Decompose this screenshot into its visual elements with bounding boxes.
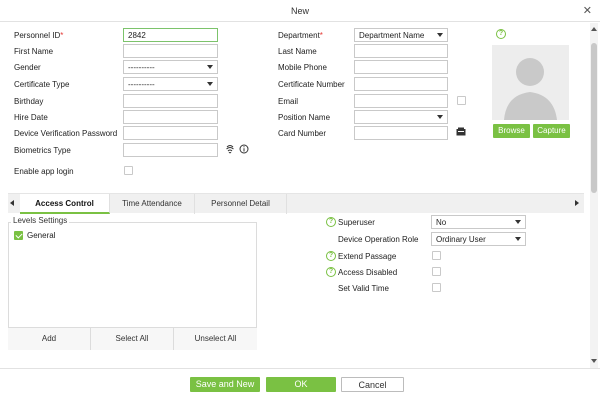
ok-button[interactable]: OK bbox=[266, 377, 336, 392]
superuser-select[interactable]: No bbox=[431, 215, 526, 229]
superuser-label: Superuser bbox=[338, 218, 375, 227]
gender-select[interactable]: ---------- bbox=[123, 60, 218, 74]
device-password-label: Device Verification Password bbox=[14, 129, 118, 138]
access-disabled-help-icon[interactable]: ? bbox=[326, 267, 336, 277]
last-name-input[interactable] bbox=[354, 44, 448, 58]
capture-button[interactable]: Capture bbox=[533, 124, 570, 138]
gender-select-value: ---------- bbox=[128, 63, 155, 72]
tab-scroll-right-icon[interactable] bbox=[575, 200, 579, 206]
department-label: Department* bbox=[278, 31, 323, 40]
chevron-down-icon bbox=[515, 237, 521, 241]
scrollbar[interactable] bbox=[590, 23, 598, 368]
birthday-label: Birthday bbox=[14, 97, 44, 106]
tab-personnel-detail[interactable]: Personnel Detail bbox=[195, 194, 287, 214]
enable-app-login-label: Enable app login bbox=[14, 167, 74, 176]
biometrics-type-label: Biometrics Type bbox=[14, 146, 71, 155]
extend-passage-label: Extend Passage bbox=[338, 252, 397, 261]
dialog-title-bar: New ✕ bbox=[0, 0, 600, 22]
dialog-title: New bbox=[290, 6, 309, 16]
chevron-down-icon bbox=[207, 65, 213, 69]
scroll-up-icon[interactable] bbox=[591, 27, 597, 31]
access-disabled-checkbox[interactable] bbox=[432, 267, 441, 276]
extend-passage-checkbox[interactable] bbox=[432, 251, 441, 260]
card-number-input[interactable] bbox=[354, 126, 448, 140]
position-name-select[interactable] bbox=[354, 110, 448, 124]
tab-scroll-left-icon[interactable] bbox=[10, 200, 14, 206]
device-role-select-value: Ordinary User bbox=[436, 235, 486, 244]
fingerprint-icon[interactable] bbox=[225, 144, 235, 154]
tab-bar: Access Control Time Attendance Personnel… bbox=[8, 193, 584, 214]
scrollbar-thumb[interactable] bbox=[591, 43, 597, 193]
extend-passage-help-icon[interactable]: ? bbox=[326, 251, 336, 261]
level-general-checkbox[interactable] bbox=[14, 231, 23, 240]
certificate-type-select[interactable]: ---------- bbox=[123, 77, 218, 91]
certificate-type-label: Certificate Type bbox=[14, 80, 70, 89]
personnel-id-input[interactable]: 2842 bbox=[123, 28, 218, 42]
browse-button[interactable]: Browse bbox=[493, 124, 530, 138]
certificate-number-label: Certificate Number bbox=[278, 80, 345, 89]
tab-access-control[interactable]: Access Control bbox=[20, 194, 110, 214]
tab-time-attendance[interactable]: Time Attendance bbox=[110, 194, 195, 214]
mobile-phone-label: Mobile Phone bbox=[278, 63, 327, 72]
photo-placeholder bbox=[492, 45, 569, 120]
dialog-footer: Save and New OK Cancel bbox=[0, 368, 600, 400]
device-password-input[interactable] bbox=[123, 126, 218, 140]
card-number-label: Card Number bbox=[278, 129, 327, 138]
chevron-down-icon bbox=[207, 82, 213, 86]
chevron-down-icon bbox=[437, 115, 443, 119]
device-role-label: Device Operation Role bbox=[338, 235, 419, 244]
save-and-new-button[interactable]: Save and New bbox=[190, 377, 260, 392]
email-label: Email bbox=[278, 97, 299, 106]
position-name-label: Position Name bbox=[278, 113, 331, 122]
access-disabled-label: Access Disabled bbox=[338, 268, 398, 277]
hire-date-label: Hire Date bbox=[14, 113, 48, 122]
levels-footer: Add Select All Unselect All bbox=[8, 327, 257, 350]
set-valid-time-label: Set Valid Time bbox=[338, 284, 389, 293]
cancel-button[interactable]: Cancel bbox=[341, 377, 404, 392]
chevron-down-icon bbox=[515, 220, 521, 224]
superuser-help-icon[interactable]: ? bbox=[326, 217, 336, 227]
user-silhouette-icon bbox=[504, 58, 557, 120]
department-select-value: Department Name bbox=[359, 31, 425, 40]
hire-date-input[interactable] bbox=[123, 110, 218, 124]
enable-app-login-checkbox[interactable] bbox=[124, 166, 133, 175]
biometrics-type-input[interactable] bbox=[123, 143, 218, 157]
mobile-phone-input[interactable] bbox=[354, 60, 448, 74]
gender-label: Gender bbox=[14, 63, 41, 72]
unselect-all-button[interactable]: Unselect All bbox=[174, 328, 257, 350]
first-name-label: First Name bbox=[14, 47, 54, 56]
set-valid-time-checkbox[interactable] bbox=[432, 283, 441, 292]
levels-settings-title: Levels Settings bbox=[11, 216, 70, 225]
close-icon[interactable]: ✕ bbox=[583, 4, 592, 17]
certificate-number-input[interactable] bbox=[354, 77, 448, 91]
add-level-button[interactable]: Add bbox=[8, 328, 91, 350]
personnel-id-label: Personnel ID* bbox=[14, 31, 64, 40]
birthday-input[interactable] bbox=[123, 94, 218, 108]
info-icon[interactable] bbox=[239, 144, 249, 154]
department-select[interactable]: Department Name bbox=[354, 28, 448, 42]
superuser-select-value: No bbox=[436, 218, 447, 227]
certificate-type-select-value: ---------- bbox=[128, 80, 155, 89]
email-checkbox[interactable] bbox=[457, 96, 466, 105]
select-all-button[interactable]: Select All bbox=[91, 328, 174, 350]
email-input[interactable] bbox=[354, 94, 448, 108]
chevron-down-icon bbox=[437, 33, 443, 37]
card-reader-icon[interactable] bbox=[456, 127, 466, 136]
photo-help-icon[interactable]: ? bbox=[496, 29, 506, 39]
last-name-label: Last Name bbox=[278, 47, 317, 56]
device-role-select[interactable]: Ordinary User bbox=[431, 232, 526, 246]
first-name-input[interactable] bbox=[123, 44, 218, 58]
scroll-down-icon[interactable] bbox=[591, 359, 597, 363]
level-general-label: General bbox=[27, 231, 56, 240]
